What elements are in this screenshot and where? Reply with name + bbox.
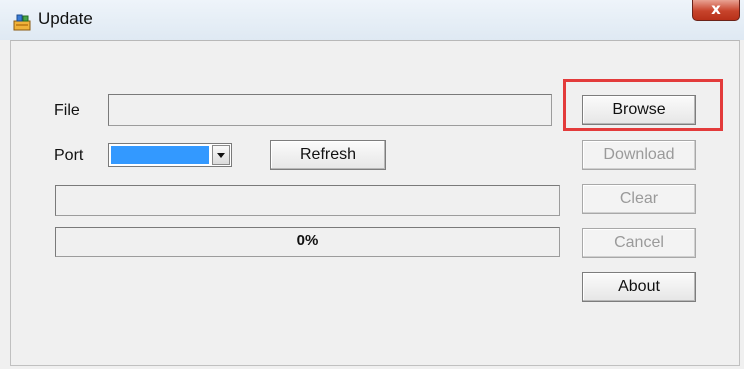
download-button[interactable]: Download	[582, 140, 696, 170]
about-button[interactable]: About	[582, 272, 696, 302]
clear-button[interactable]: Clear	[582, 184, 696, 214]
refresh-button[interactable]: Refresh	[270, 140, 386, 170]
progress-text: 0%	[296, 232, 319, 249]
chevron-down-icon[interactable]	[212, 145, 230, 165]
browse-button[interactable]: Browse	[582, 95, 696, 125]
port-label: Port	[54, 147, 84, 164]
window-title: Update	[38, 9, 93, 28]
port-select[interactable]	[108, 143, 232, 167]
close-button[interactable]: x	[692, 0, 740, 21]
progress-bar: 0%	[55, 227, 560, 257]
cancel-button[interactable]: Cancel	[582, 228, 696, 258]
update-window: Update x File Port Refresh 0% Browse Dow…	[0, 0, 744, 369]
status-field	[55, 185, 560, 216]
close-icon: x	[711, 0, 721, 18]
file-path-field[interactable]	[108, 94, 552, 126]
title-bar[interactable]: Update x	[0, 0, 744, 40]
port-selected-value	[111, 146, 209, 164]
app-icon	[13, 14, 31, 31]
file-label: File	[54, 102, 80, 119]
